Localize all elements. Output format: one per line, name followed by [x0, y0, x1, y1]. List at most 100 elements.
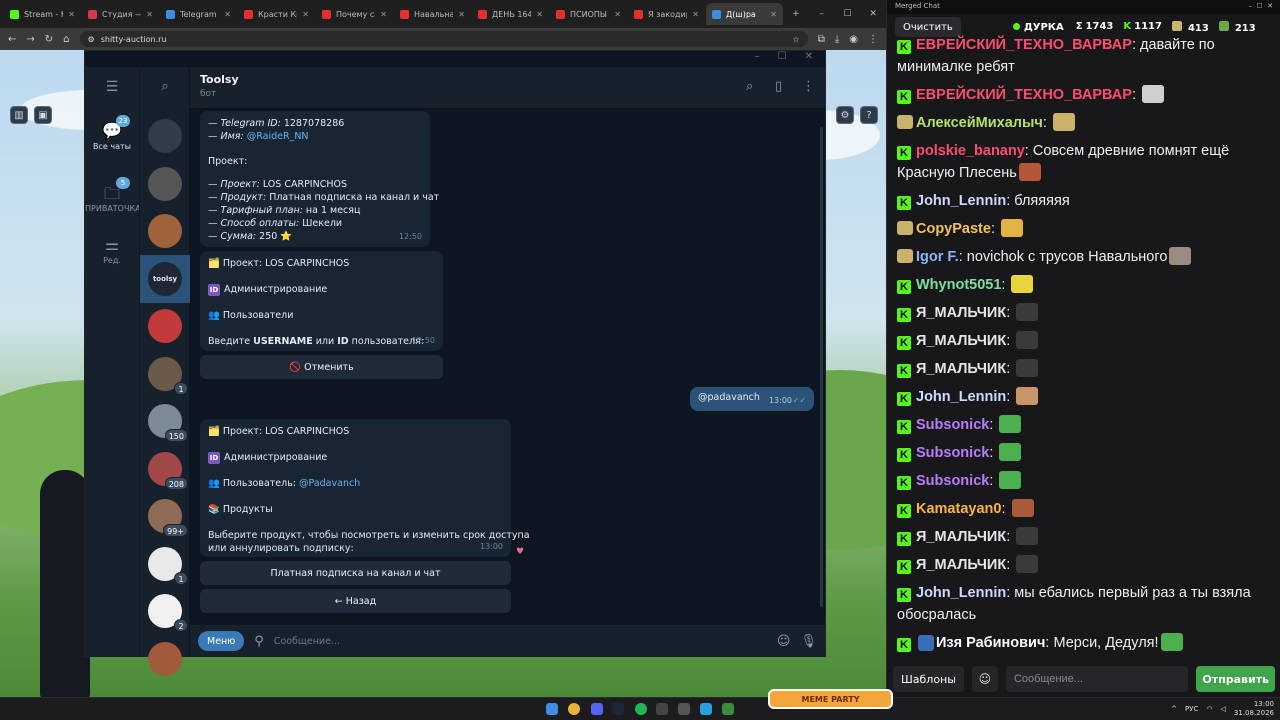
back-icon[interactable]: ←	[8, 34, 16, 45]
browser-tab[interactable]: Д(ш)ра ✕	[706, 3, 783, 25]
chat-item-avatar[interactable]: 150	[148, 404, 188, 442]
tg-maximize-icon[interactable]: ☐	[778, 51, 787, 67]
chat-nick[interactable]: ЕВРЕЙСКИЙ_ТЕХНО_ВАРВАР	[916, 37, 1132, 53]
folder-1[interactable]: 💬 23 Все чаты	[85, 115, 139, 151]
tab-close-icon[interactable]: ✕	[458, 10, 465, 19]
tab-close-icon[interactable]: ✕	[146, 10, 153, 19]
clock[interactable]: 13:00 31.08.2026	[1234, 700, 1274, 718]
chat-title[interactable]: Toolsy	[200, 73, 239, 86]
chat-nick[interactable]: Я_МАЛЬЧИК	[916, 333, 1006, 349]
chat-item-avatar[interactable]: 208	[148, 451, 188, 490]
browser-tab[interactable]: Красти Краб ✕	[238, 3, 315, 25]
subscription-product-button[interactable]: Платная подписка на канал и чат	[200, 561, 511, 585]
chat-item-avatar[interactable]: 2	[148, 594, 188, 632]
tab-close-icon[interactable]: ✕	[692, 10, 699, 19]
browser-tab[interactable]: Почему самы ✕	[316, 3, 393, 25]
chat-item-avatar[interactable]	[148, 119, 182, 153]
steam-icon[interactable]	[612, 703, 624, 715]
save-icon[interactable]: ▣	[34, 106, 52, 124]
download-icon[interactable]: ⤓	[835, 34, 839, 45]
chat-nick[interactable]: АлексейМихалыч	[916, 115, 1043, 131]
chat-more-icon[interactable]: ⋮	[802, 79, 815, 94]
message-input[interactable]	[273, 635, 767, 647]
wifi-icon[interactable]: ◠	[1206, 705, 1212, 713]
input-language[interactable]: РУС	[1185, 705, 1198, 713]
chat-item-selected[interactable]: toolsy	[140, 254, 190, 303]
chat-nick[interactable]: Я_МАЛЬЧИК	[916, 361, 1006, 377]
forward-icon[interactable]: →	[26, 34, 34, 45]
chat-message-input[interactable]	[1005, 666, 1189, 692]
folder-2[interactable]: 🗀 5 ПРИВАТОЧКА	[85, 177, 141, 214]
tg-minimize-icon[interactable]: –	[755, 51, 760, 67]
tab-close-icon[interactable]: ✕	[68, 10, 75, 19]
chat-nick[interactable]: Subsonick	[916, 417, 989, 433]
heart-reaction-icon[interactable]: ♥	[516, 547, 524, 557]
discord-icon[interactable]	[591, 703, 603, 715]
emoji-icon[interactable]: ☺	[971, 666, 998, 692]
hamburger-menu-icon[interactable]: ☰	[85, 79, 139, 100]
chat-nick[interactable]: John_Lennin	[916, 389, 1006, 405]
start-icon[interactable]	[546, 703, 558, 715]
merged-chat-window-controls[interactable]: – ☐ ✕	[1248, 2, 1273, 12]
spotify-icon[interactable]	[635, 703, 647, 715]
tray-arrow-icon[interactable]: ^	[1171, 705, 1177, 713]
cancel-button[interactable]: 🚫 Отменить	[200, 355, 443, 379]
sidebar-panel-icon[interactable]: ▯	[775, 79, 782, 94]
chat-nick[interactable]: ЕВРЕЙСКИЙ_ТЕХНО_ВАРВАР	[916, 87, 1132, 103]
tab-close-icon[interactable]: ✕	[770, 10, 777, 19]
minimize-icon[interactable]: –	[809, 9, 835, 19]
attach-icon[interactable]: ⚲	[254, 634, 264, 649]
chat-nick[interactable]: Subsonick	[916, 473, 989, 489]
app-icon[interactable]	[678, 703, 690, 715]
browser-tab[interactable]: Студия — VK ✕	[82, 3, 159, 25]
extensions-icon[interactable]: ⧉	[818, 34, 825, 45]
chat-item-avatar[interactable]: 1	[148, 356, 188, 395]
browser-tab[interactable]: Навальная, Х ✕	[394, 3, 471, 25]
chat-nick[interactable]: Whynot5051	[916, 277, 1001, 293]
tab-close-icon[interactable]: ✕	[380, 10, 387, 19]
chat-nick[interactable]: Я_МАЛЬЧИК	[916, 557, 1006, 573]
search-icon[interactable]: ⌕	[140, 79, 190, 100]
obs-icon[interactable]	[656, 703, 668, 715]
chat-scrollbar[interactable]	[820, 127, 823, 607]
chat-item-avatar[interactable]	[148, 166, 182, 201]
back-button[interactable]: ← Назад	[200, 589, 511, 613]
home-icon[interactable]: ⌂	[63, 34, 69, 45]
browser-tab[interactable]: Stream - Kick ✕	[4, 3, 81, 25]
sidebar-toggle-icon[interactable]: ▥	[10, 106, 28, 124]
chat-nick[interactable]: Subsonick	[916, 445, 989, 461]
help-icon[interactable]: ?	[860, 106, 878, 124]
user-link[interactable]: @Padavanch	[299, 478, 360, 489]
chrome-icon[interactable]	[568, 703, 580, 715]
chat-nick[interactable]: Изя Рабинович	[936, 635, 1045, 651]
chat-nick[interactable]: CopyPaste	[916, 221, 991, 237]
chat-item-avatar[interactable]: 99+	[148, 499, 188, 537]
chat-item-avatar[interactable]: 1	[148, 546, 188, 585]
tg-close-icon[interactable]: ✕	[805, 51, 813, 67]
chat-item-avatar[interactable]	[148, 214, 182, 248]
new-tab-button[interactable]: +	[783, 9, 809, 19]
chat-nick[interactable]: John_Lennin	[916, 193, 1006, 209]
templates-button[interactable]: Шаблоны	[893, 666, 964, 692]
volume-icon[interactable]: ◁	[1221, 705, 1226, 713]
chat-nick[interactable]: polskie_banany	[916, 143, 1025, 159]
chat-item-avatar[interactable]	[148, 309, 182, 343]
chat-nick[interactable]: Я_МАЛЬЧИК	[916, 305, 1006, 321]
settings-gear-icon[interactable]: ⚙	[836, 106, 854, 124]
maximize-icon[interactable]: ☐	[835, 9, 861, 19]
chat-search-icon[interactable]: ⌕	[746, 79, 753, 94]
microphone-icon[interactable]: 🎙	[800, 634, 817, 649]
chat-item-avatar[interactable]	[148, 641, 182, 676]
tab-close-icon[interactable]: ✕	[614, 10, 621, 19]
chat-nick[interactable]: John_Lennin	[916, 585, 1006, 601]
tab-close-icon[interactable]: ✕	[536, 10, 543, 19]
send-button[interactable]: Отправить	[1196, 666, 1275, 692]
chat-nick[interactable]: Kamatayan0	[916, 501, 1001, 517]
app-icon[interactable]	[722, 703, 734, 715]
browser-tab[interactable]: ДЕНЬ 1649. П ✕	[472, 3, 549, 25]
meme-party-badge[interactable]: MEME PARTY	[768, 689, 893, 709]
browser-tab[interactable]: Я закодирова ✕	[628, 3, 705, 25]
site-info-icon[interactable]: ⚙	[88, 35, 95, 44]
tab-close-icon[interactable]: ✕	[302, 10, 309, 19]
profile-icon[interactable]: ◉	[849, 34, 858, 45]
